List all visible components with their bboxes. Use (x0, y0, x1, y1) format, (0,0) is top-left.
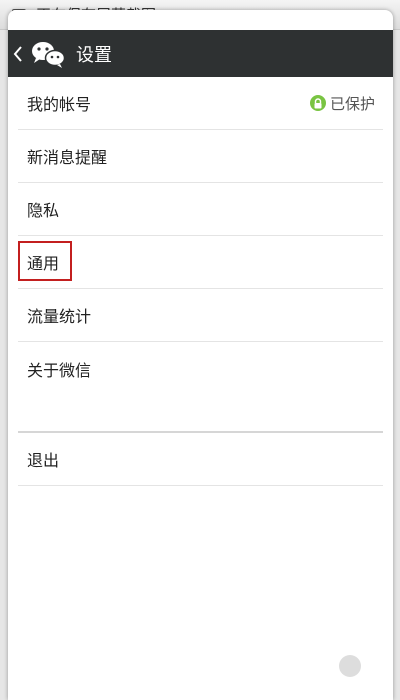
account-status-text: 已保护 (329, 94, 375, 113)
lock-icon (309, 95, 326, 111)
account-status: 已保护 (309, 77, 375, 129)
settings-item-label: 我的帐号 (27, 95, 92, 114)
settings-item-label: 关于微信 (27, 360, 92, 380)
chevron-left-icon[interactable] (12, 44, 24, 64)
settings-list: 我的帐号 已保护 新消息提醒 隐私 通用 流量统计 关于微信 退出 (18, 77, 383, 486)
settings-item-privacy[interactable]: 隐私 (18, 183, 383, 236)
highlight-box (18, 241, 72, 281)
wechat-icon (30, 39, 66, 69)
settings-item-label: 流量统计 (27, 307, 92, 326)
settings-item-account[interactable]: 我的帐号 已保护 (18, 77, 383, 130)
settings-item-notifications[interactable]: 新消息提醒 (18, 130, 383, 183)
section-divider (18, 395, 383, 433)
settings-item-label: 新消息提醒 (27, 148, 108, 167)
phone-screen: 设置 我的帐号 已保护 新消息提醒 隐私 通用 流量统计 关于微信 退出 (8, 10, 393, 700)
settings-item-traffic[interactable]: 流量统计 (18, 289, 383, 342)
settings-item-label: 隐私 (27, 201, 60, 220)
page-title: 设置 (76, 44, 112, 66)
settings-item-about[interactable]: 关于微信 (18, 342, 383, 395)
logout-label: 退出 (27, 451, 60, 470)
baidu-watermark (337, 650, 363, 680)
title-bar: 设置 (8, 30, 393, 77)
logout-button[interactable]: 退出 (18, 433, 383, 486)
settings-item-general[interactable]: 通用 (18, 236, 383, 289)
baidu-paw-icon (339, 654, 361, 677)
